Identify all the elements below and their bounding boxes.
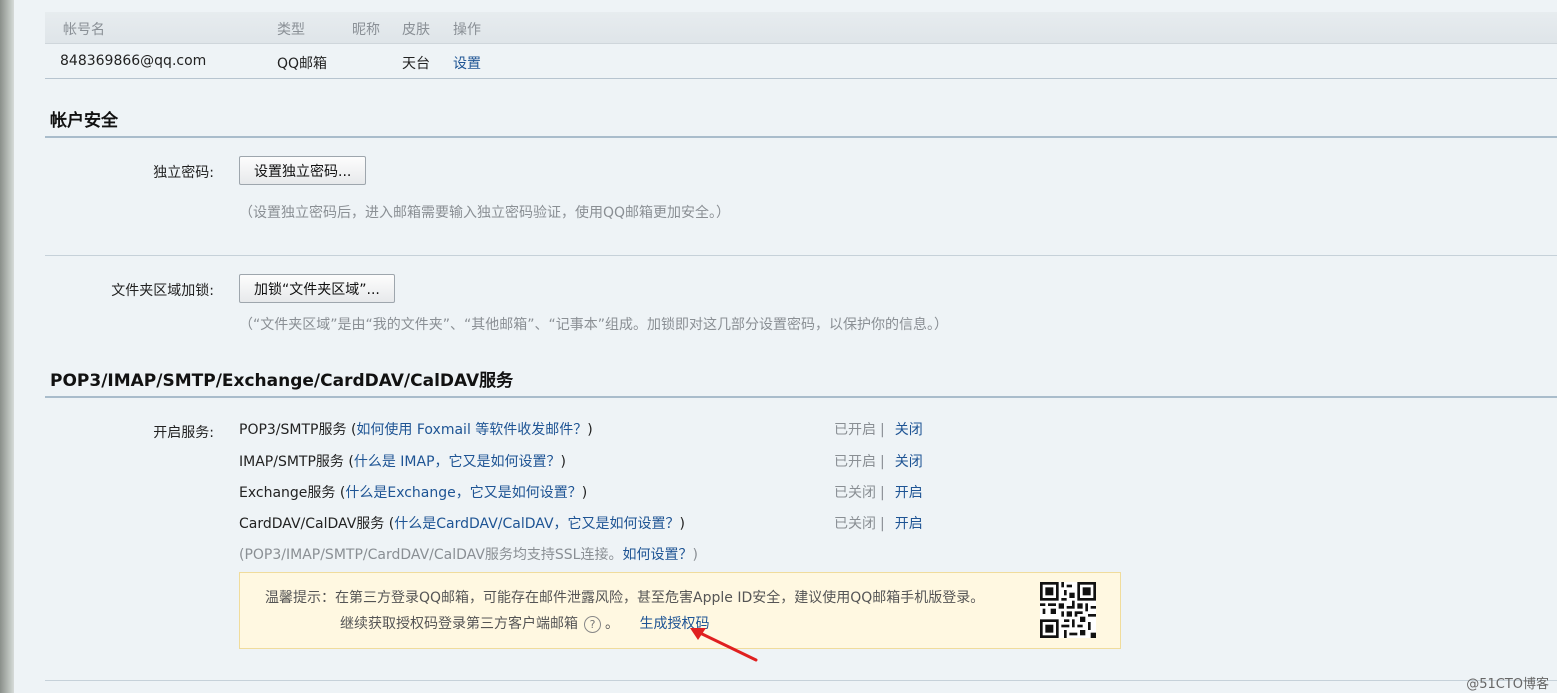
service-name: CardDAV/CalDAV服务 <box>239 516 385 532</box>
account-type: QQ邮箱 <box>277 56 328 72</box>
service-pop3-smtp: POP3/SMTP服务 (如何使用 Foxmail 等软件收发邮件？) <box>239 422 593 438</box>
status-text: 已关闭 <box>834 485 876 501</box>
notice-period: 。 <box>605 616 619 632</box>
table-row: 848369866@qq.com QQ邮箱 天台 设置 <box>45 44 1557 79</box>
service-imap-smtp: IMAP/SMTP服务 (什么是 IMAP，它又是如何设置？) <box>239 454 566 470</box>
service-status: 已开启 | 关闭 <box>834 422 923 438</box>
settings-page: 帐号名 类型 昵称 皮肤 操作 848369866@qq.com QQ邮箱 天台… <box>14 0 1557 693</box>
section-divider <box>45 396 1557 398</box>
ssl-how-to-link[interactable]: 如何设置？ <box>622 547 692 563</box>
status-text: 已关闭 <box>834 516 876 532</box>
divider <box>45 680 1557 681</box>
set-independent-password-button[interactable]: 设置独立密码... <box>239 156 367 185</box>
service-help-link[interactable]: 什么是Exchange，它又是如何设置？ <box>345 485 581 501</box>
folder-lock-label: 文件夹区域加锁: <box>111 283 214 299</box>
notice-line-2-text: 继续获取授权码登录第三方客户端邮箱 <box>340 616 578 632</box>
services-section-title: POP3/IMAP/SMTP/Exchange/CardDAV/CalDAV服务 <box>50 371 514 391</box>
service-toggle-link[interactable]: 关闭 <box>895 454 923 470</box>
header-account: 帐号名 <box>63 22 105 38</box>
account-skin: 天台 <box>402 56 430 72</box>
independent-password-label: 独立密码: <box>153 165 214 181</box>
divider <box>45 255 1557 256</box>
ssl-hint-suffix: ) <box>692 547 698 563</box>
notice-line-1: 温馨提示：在第三方登录QQ邮箱，可能存在邮件泄露风险，甚至危害Apple ID安… <box>265 590 985 606</box>
header-action: 操作 <box>453 22 481 38</box>
red-arrow-annotation <box>690 628 758 662</box>
service-help-link[interactable]: 如何使用 Foxmail 等软件收发邮件？ <box>356 422 587 438</box>
service-status: 已关闭 | 开启 <box>834 485 923 501</box>
notice-line-2: 继续获取授权码登录第三方客户端邮箱?。 生成授权码 <box>340 613 709 633</box>
service-status: 已开启 | 关闭 <box>834 454 923 470</box>
service-toggle-link[interactable]: 开启 <box>895 516 923 532</box>
header-nickname: 昵称 <box>352 22 380 38</box>
service-exchange: Exchange服务 (什么是Exchange，它又是如何设置？) <box>239 485 588 501</box>
account-settings-link[interactable]: 设置 <box>453 53 481 73</box>
service-toggle-link[interactable]: 关闭 <box>895 422 923 438</box>
account-table-header: 帐号名 类型 昵称 皮肤 操作 <box>45 12 1557 44</box>
qr-code-icon <box>1040 582 1096 638</box>
help-icon[interactable]: ? <box>584 615 601 633</box>
service-name: IMAP/SMTP服务 <box>239 454 344 470</box>
ssl-hint: (POP3/IMAP/SMTP/CardDAV/CalDAV服务均支持SSL连接… <box>239 544 698 564</box>
window-left-edge <box>0 0 14 693</box>
status-text: 已开启 <box>834 454 876 470</box>
header-type: 类型 <box>277 22 305 38</box>
service-toggle-link[interactable]: 开启 <box>895 485 923 501</box>
watermark: @51CTO博客 <box>1466 677 1549 692</box>
service-help-link[interactable]: 什么是CardDAV/CalDAV，它又是如何设置？ <box>394 516 679 532</box>
section-divider <box>45 136 1557 138</box>
ssl-hint-text: (POP3/IMAP/SMTP/CardDAV/CalDAV服务均支持SSL连接… <box>239 547 623 563</box>
service-name: Exchange服务 <box>239 485 336 501</box>
service-carddav-caldav: CardDAV/CalDAV服务 (什么是CardDAV/CalDAV，它又是如… <box>239 516 686 532</box>
service-help-link[interactable]: 什么是 IMAP，它又是如何设置？ <box>354 454 561 470</box>
header-skin: 皮肤 <box>402 22 430 38</box>
account-name: 848369866@qq.com <box>60 53 207 69</box>
service-status: 已关闭 | 开启 <box>834 516 923 532</box>
services-label: 开启服务: <box>153 425 214 441</box>
warm-tip-notice: 温馨提示：在第三方登录QQ邮箱，可能存在邮件泄露风险，甚至危害Apple ID安… <box>239 572 1121 649</box>
folder-lock-hint: （“文件夹区域”是由“我的文件夹”、“其他邮箱”、“记事本”组成。加锁即对这几部… <box>239 317 949 333</box>
lock-folder-area-button[interactable]: 加锁“文件夹区域”... <box>239 274 395 303</box>
independent-password-hint: （设置独立密码后，进入邮箱需要输入独立密码验证，使用QQ邮箱更加安全。） <box>239 205 731 221</box>
service-name: POP3/SMTP服务 <box>239 422 347 438</box>
security-section-title: 帐户安全 <box>50 111 118 131</box>
status-text: 已开启 <box>834 422 876 438</box>
